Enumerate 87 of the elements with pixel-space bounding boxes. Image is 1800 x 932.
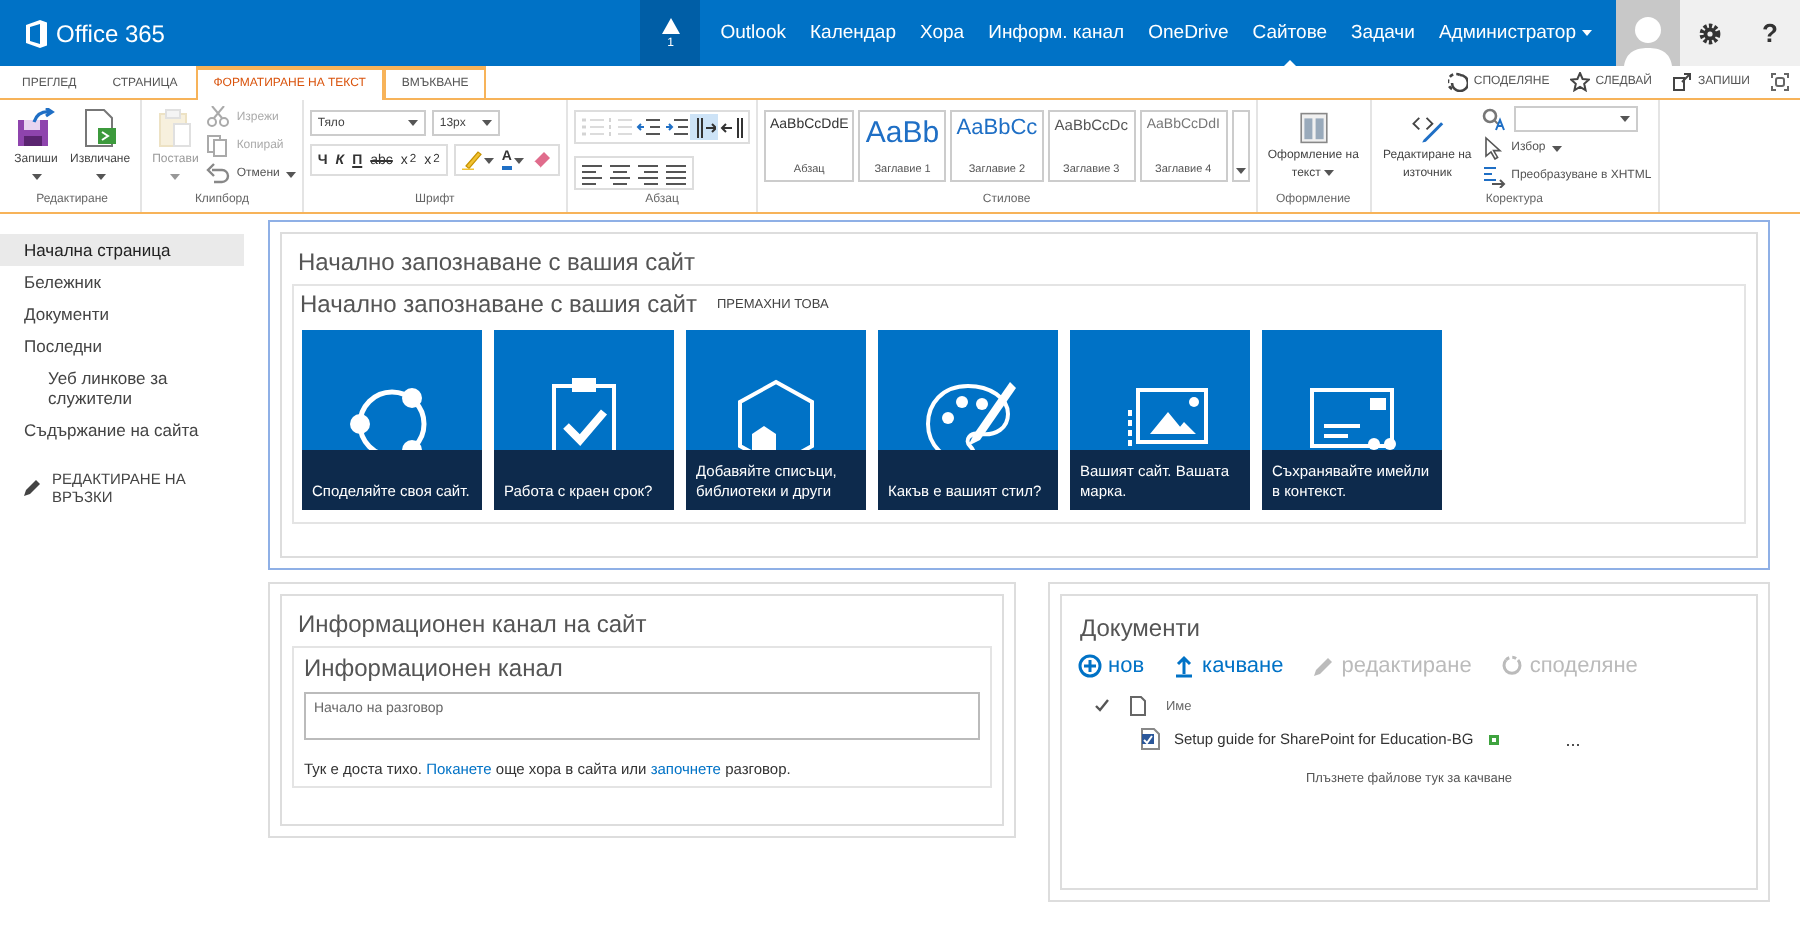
plus-circle-icon (1078, 654, 1102, 678)
upload-icon (1172, 654, 1197, 678)
highlight-button[interactable] (457, 146, 498, 174)
checkmark-icon (1094, 698, 1110, 714)
columns-icon (1297, 112, 1330, 144)
rtl-button[interactable] (717, 114, 746, 140)
bulleted-list-icon (579, 115, 604, 139)
new-command[interactable]: нов (1078, 654, 1145, 678)
star-icon (1569, 72, 1590, 92)
caret-icon (407, 120, 418, 126)
scissors-icon (206, 106, 231, 130)
nav-link[interactable]: Календар (798, 0, 909, 66)
left-to-right-icon (691, 115, 716, 139)
section-title: Начално запознаване с вашия сайт (300, 290, 697, 318)
nav-item[interactable]: Уеб линкове за служители (0, 362, 220, 414)
left-button[interactable] (577, 160, 606, 186)
caret-icon (31, 174, 41, 180)
nav-link[interactable]: Хора (908, 0, 977, 66)
web-part-title: Начално запознаване с вашия сайт (296, 246, 697, 280)
code-pencil-icon (1411, 112, 1444, 144)
indent-button[interactable] (661, 114, 690, 140)
center-button[interactable] (605, 160, 634, 186)
file-icon (1130, 696, 1146, 716)
align-right-icon (635, 161, 660, 185)
highlighter-icon (461, 150, 482, 170)
focus-button[interactable] (1770, 72, 1790, 92)
cursor-icon (1481, 136, 1506, 160)
web-part-title: Документи (1078, 612, 1202, 646)
nav-link[interactable]: Сайтове (1240, 0, 1340, 66)
nav-item[interactable]: Документи (0, 298, 244, 330)
numbered-list-icon (607, 115, 632, 139)
justify-button[interactable] (661, 160, 690, 186)
nav-item[interactable]: Съдържание на сайта (0, 414, 244, 446)
settings-icon (1698, 21, 1722, 45)
nav-item[interactable]: Бележник (0, 266, 244, 298)
caret-icon (1551, 145, 1562, 151)
justify-icon (663, 161, 688, 185)
caret-icon (1235, 168, 1246, 174)
upload-command[interactable]: качване (1172, 654, 1284, 678)
pencil-icon (1311, 654, 1336, 678)
outdent-button[interactable] (633, 114, 662, 140)
caret-icon (170, 174, 181, 180)
eraser-icon (531, 150, 552, 170)
save-icon (1672, 72, 1692, 92)
caret-icon (285, 171, 296, 177)
nav-link[interactable]: Информ. канал (976, 0, 1137, 66)
caret-icon (513, 157, 524, 163)
focus-icon (1770, 72, 1790, 92)
app-logo[interactable]: Office 365 (0, 0, 165, 66)
warning-icon (661, 17, 680, 33)
undo-icon (206, 162, 231, 186)
right-to-left-icon (719, 115, 744, 139)
align-left-icon (579, 161, 604, 185)
word-document-icon (1140, 728, 1160, 750)
nav-link[interactable]: Outlook (708, 0, 798, 66)
more-styles-button[interactable] (1231, 110, 1250, 182)
nav-link[interactable]: Администратор (1426, 0, 1604, 66)
caret-icon (483, 157, 494, 163)
caret-icon (1619, 116, 1630, 122)
nav-item[interactable]: Последни (0, 330, 244, 362)
copy-icon (206, 134, 231, 158)
page-icon (80, 108, 121, 148)
office-logo-icon (24, 19, 48, 47)
outdent-icon (635, 115, 660, 139)
convert-icon (1481, 164, 1506, 188)
nav-link[interactable]: OneDrive (1136, 0, 1241, 66)
nav-link[interactable]: Задачи (1339, 0, 1427, 66)
nav-item[interactable]: Начална страница (0, 234, 244, 266)
ltr-button[interactable] (689, 114, 718, 140)
share-icon (1499, 654, 1524, 678)
help-button[interactable]: ? (1740, 0, 1800, 66)
indent-icon (663, 115, 688, 139)
magnifier-icon (1481, 107, 1506, 131)
settings-button[interactable] (1680, 0, 1740, 66)
floppy-disk-icon (16, 108, 56, 148)
web-part-title: Информационен канал на сайт (296, 608, 649, 642)
pencil-icon (24, 480, 40, 496)
right-button[interactable] (633, 160, 662, 186)
clipboard-icon (155, 108, 196, 148)
caret-icon (1582, 30, 1592, 36)
section-title: Информационен канал (304, 654, 565, 682)
caret-icon (95, 174, 106, 180)
caret-icon (1324, 169, 1335, 176)
share-icon (1447, 72, 1468, 92)
caret-icon (481, 120, 492, 126)
more-button[interactable]: ... (1565, 729, 1581, 749)
align-center-icon (607, 161, 632, 185)
